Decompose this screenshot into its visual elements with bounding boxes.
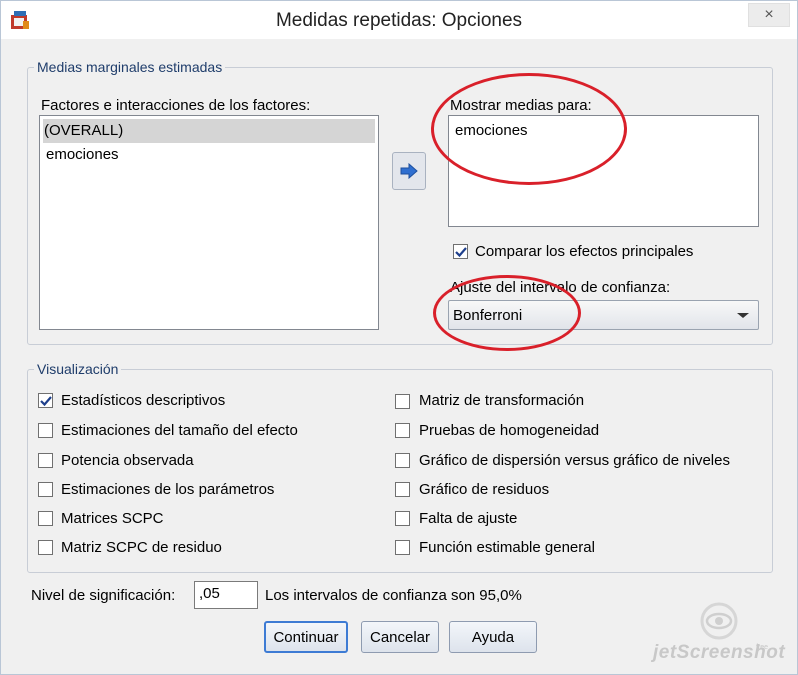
lack-of-fit-checkbox[interactable]: [395, 511, 410, 526]
move-to-display-button[interactable]: [392, 152, 426, 190]
ci-adjust-select[interactable]: Bonferroni: [448, 300, 759, 330]
residual-plot-label[interactable]: Gráfico de residuos: [419, 481, 549, 498]
scpc-matrices-label[interactable]: Matrices SCPC: [61, 510, 164, 527]
watermark-sub: free: [756, 644, 769, 651]
list-item[interactable]: emociones: [40, 143, 378, 167]
effect-size-label[interactable]: Estimaciones del tamaño del efecto: [61, 422, 298, 439]
checkmark-icon: [454, 246, 467, 257]
display-means-label: Mostrar medias para:: [450, 97, 592, 114]
general-estimable-function-label[interactable]: Función estimable general: [419, 539, 595, 556]
transformation-matrix-label[interactable]: Matriz de transformación: [419, 392, 584, 409]
homogeneity-tests-checkbox[interactable]: [395, 423, 410, 438]
spread-vs-level-label[interactable]: Gráfico de dispersión versus gráfico de …: [419, 452, 730, 469]
watermark: jetScreenshot free: [631, 598, 797, 672]
descriptive-stats-checkbox[interactable]: [38, 393, 53, 408]
confidence-interval-text: Los intervalos de confianza son 95,0%: [265, 587, 522, 604]
observed-power-checkbox[interactable]: [38, 453, 53, 468]
window-title: Medidas repetidas: Opciones: [275, 10, 523, 31]
title-bar: Medidas repetidas: Opciones ×: [1, 1, 797, 39]
cancel-button[interactable]: Cancelar: [361, 621, 439, 653]
checkmark-icon: [39, 395, 52, 406]
eye-logo-icon: [700, 602, 738, 640]
close-icon: ×: [764, 6, 774, 23]
lack-of-fit-label[interactable]: Falta de ajuste: [419, 510, 517, 527]
display-means-listbox[interactable]: emociones: [448, 115, 759, 227]
arrow-right-icon: [400, 163, 418, 179]
factors-listbox[interactable]: (OVERALL) emociones: [39, 115, 379, 330]
ci-adjust-label: Ajuste del intervalo de confianza:: [450, 279, 671, 296]
factors-label: Factores e interacciones de los factores…: [41, 97, 311, 114]
descriptive-stats-label[interactable]: Estadísticos descriptivos: [61, 392, 225, 409]
effect-size-checkbox[interactable]: [38, 423, 53, 438]
parameter-estimates-label[interactable]: Estimaciones de los parámetros: [61, 481, 274, 498]
list-item[interactable]: emociones: [449, 116, 758, 143]
residual-scpc-label[interactable]: Matriz SCPC de residuo: [61, 539, 222, 556]
close-button[interactable]: ×: [748, 3, 790, 27]
chevron-down-icon: [737, 313, 749, 318]
compare-main-effects-label[interactable]: Comparar los efectos principales: [475, 243, 693, 260]
compare-main-effects-checkbox[interactable]: [453, 244, 468, 259]
display-legend: Visualización: [37, 361, 119, 377]
list-item[interactable]: (OVERALL): [43, 119, 375, 143]
parameter-estimates-checkbox[interactable]: [38, 482, 53, 497]
ci-adjust-value: Bonferroni: [453, 307, 523, 324]
significance-label: Nivel de significación:: [31, 587, 176, 604]
help-button[interactable]: Ayuda: [449, 621, 537, 653]
options-dialog: Medidas repetidas: Opciones × Medias mar…: [0, 0, 798, 675]
residual-plot-checkbox[interactable]: [395, 482, 410, 497]
transformation-matrix-checkbox[interactable]: [395, 394, 410, 409]
general-estimable-function-checkbox[interactable]: [395, 540, 410, 555]
marginal-means-legend: Medias marginales estimadas: [37, 59, 223, 75]
spread-vs-level-checkbox[interactable]: [395, 453, 410, 468]
homogeneity-tests-label[interactable]: Pruebas de homogeneidad: [419, 422, 599, 439]
continue-button[interactable]: Continuar: [264, 621, 348, 653]
scpc-matrices-checkbox[interactable]: [38, 511, 53, 526]
significance-input[interactable]: ,05: [194, 581, 258, 609]
residual-scpc-checkbox[interactable]: [38, 540, 53, 555]
observed-power-label[interactable]: Potencia observada: [61, 452, 194, 469]
